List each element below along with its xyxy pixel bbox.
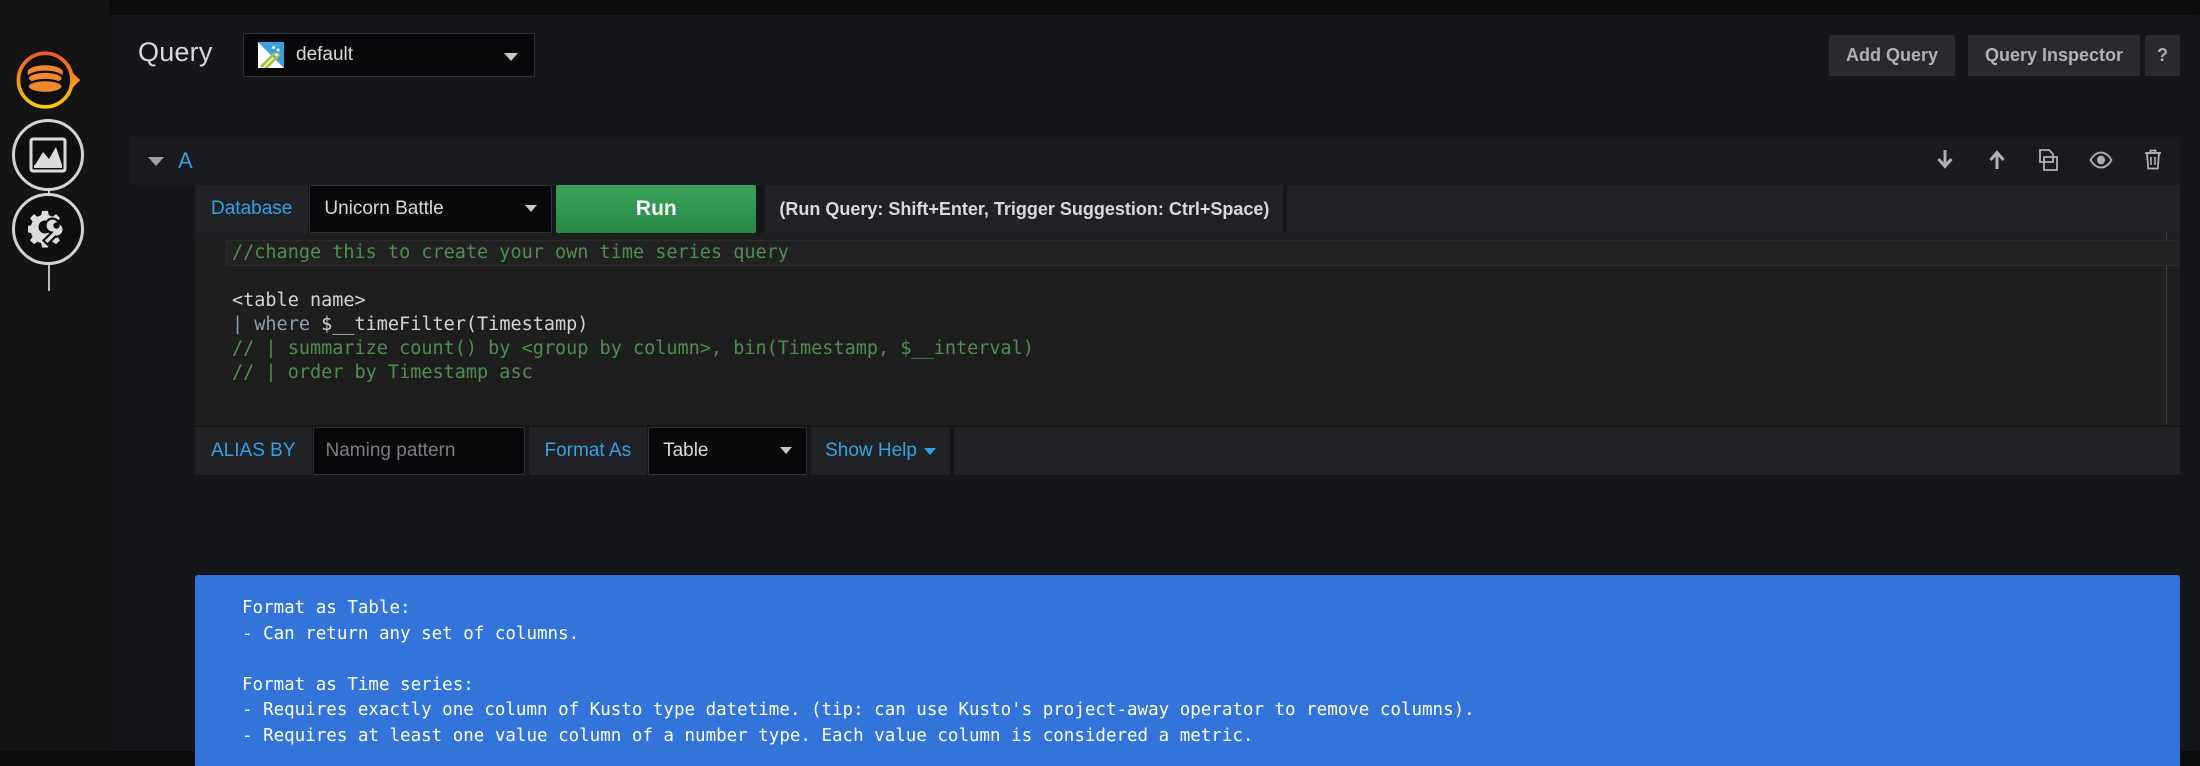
remove-query-button[interactable] xyxy=(2140,146,2166,174)
eye-icon xyxy=(2089,151,2113,169)
format-help-panel: Format as Table: - Can return any set of… xyxy=(195,575,2180,766)
datasource-name: default xyxy=(296,44,354,65)
chevron-down-icon[interactable] xyxy=(148,157,164,166)
format-as-value: Table xyxy=(663,440,709,461)
page-title: Query xyxy=(138,37,213,67)
query-ref-id[interactable]: A xyxy=(178,148,193,174)
code-line: | where $__timeFilter(Timestamp) xyxy=(232,313,2180,337)
sidebar-item-settings[interactable] xyxy=(12,193,84,265)
datasource-picker[interactable]: default xyxy=(243,33,535,77)
chevron-down-icon xyxy=(923,447,936,455)
show-help-label: Show Help xyxy=(825,440,917,461)
graph-panel-icon xyxy=(29,137,67,173)
code-token: // | summarize count() by <group by colu… xyxy=(232,338,1034,359)
toggle-query-visibility-button[interactable] xyxy=(2088,146,2114,174)
toolbar-filler xyxy=(1287,185,2180,233)
run-query-button[interactable]: Run xyxy=(556,185,757,233)
code-token: //change this to create your own time se… xyxy=(232,242,789,263)
arrow-up-icon xyxy=(1989,150,2005,169)
sidebar-item-visualization[interactable] xyxy=(12,119,84,191)
query-header: Query default Add Query Query Inspector … xyxy=(110,15,2200,93)
move-query-up-button[interactable] xyxy=(1984,146,2010,174)
query-inspector-button[interactable]: Query Inspector xyxy=(1967,35,2140,76)
editor-horizontal-scrollbar[interactable] xyxy=(195,233,2180,237)
code-line: <table name> xyxy=(232,289,2180,313)
kusto-code-editor[interactable]: //change this to create your own time se… xyxy=(195,233,2180,425)
alias-by-label: ALIAS BY xyxy=(195,427,313,475)
database-select-value: Unicorn Battle xyxy=(324,198,444,219)
code-line: // | summarize count() by <group by colu… xyxy=(232,337,2180,361)
arrow-down-icon xyxy=(1937,150,1953,169)
chevron-down-icon xyxy=(780,447,793,454)
query-editor-panel: Query default Add Query Query Inspector … xyxy=(110,15,2200,766)
code-token: $__timeFilter(Timestamp) xyxy=(321,314,589,335)
trash-icon xyxy=(2145,149,2161,170)
left-nav-rail xyxy=(0,0,110,751)
gear-wrench-icon xyxy=(28,210,65,248)
code-line: // | order by Timestamp asc xyxy=(232,361,2180,385)
database-label: Database xyxy=(195,185,310,233)
copy-icon xyxy=(2039,149,2058,171)
code-token: // | order by Timestamp asc xyxy=(232,362,533,383)
run-query-hint: (Run Query: Shift+Enter, Trigger Suggest… xyxy=(765,185,1284,233)
show-help-toggle[interactable]: Show Help xyxy=(811,427,950,475)
chevron-down-icon xyxy=(525,205,538,212)
azure-data-explorer-icon xyxy=(258,42,284,68)
move-query-down-button[interactable] xyxy=(1932,146,1958,174)
editor-toolbar: Database Unicorn Battle Run (Run Query: … xyxy=(195,185,2180,233)
query-row-actions xyxy=(1932,146,2166,174)
sidebar-item-datasource[interactable] xyxy=(12,45,84,117)
code-token: where xyxy=(254,314,322,335)
database-select[interactable]: Unicorn Battle xyxy=(309,185,553,233)
alias-by-input[interactable] xyxy=(312,427,525,475)
format-help-text: Format as Table: - Can return any set of… xyxy=(242,598,1475,746)
toolbar-filler xyxy=(953,427,2180,475)
format-toolbar: ALIAS BY Format As Table Show Help xyxy=(195,427,2180,475)
code-content: //change this to create your own time se… xyxy=(227,241,2180,385)
code-line: //change this to create your own time se… xyxy=(227,241,2180,265)
duplicate-query-button[interactable] xyxy=(2036,146,2062,174)
help-button[interactable]: ? xyxy=(2145,35,2180,76)
code-token: | xyxy=(232,314,255,335)
query-editor-block: Database Unicorn Battle Run (Run Query: … xyxy=(195,185,2180,475)
format-as-label: Format As xyxy=(528,427,649,475)
query-row-header: A xyxy=(130,137,2180,185)
code-token: <table name> xyxy=(232,290,366,311)
database-icon xyxy=(16,51,81,109)
chevron-down-icon xyxy=(504,53,518,61)
add-query-button[interactable]: Add Query xyxy=(1828,35,1955,76)
format-as-select[interactable]: Table xyxy=(648,427,808,475)
